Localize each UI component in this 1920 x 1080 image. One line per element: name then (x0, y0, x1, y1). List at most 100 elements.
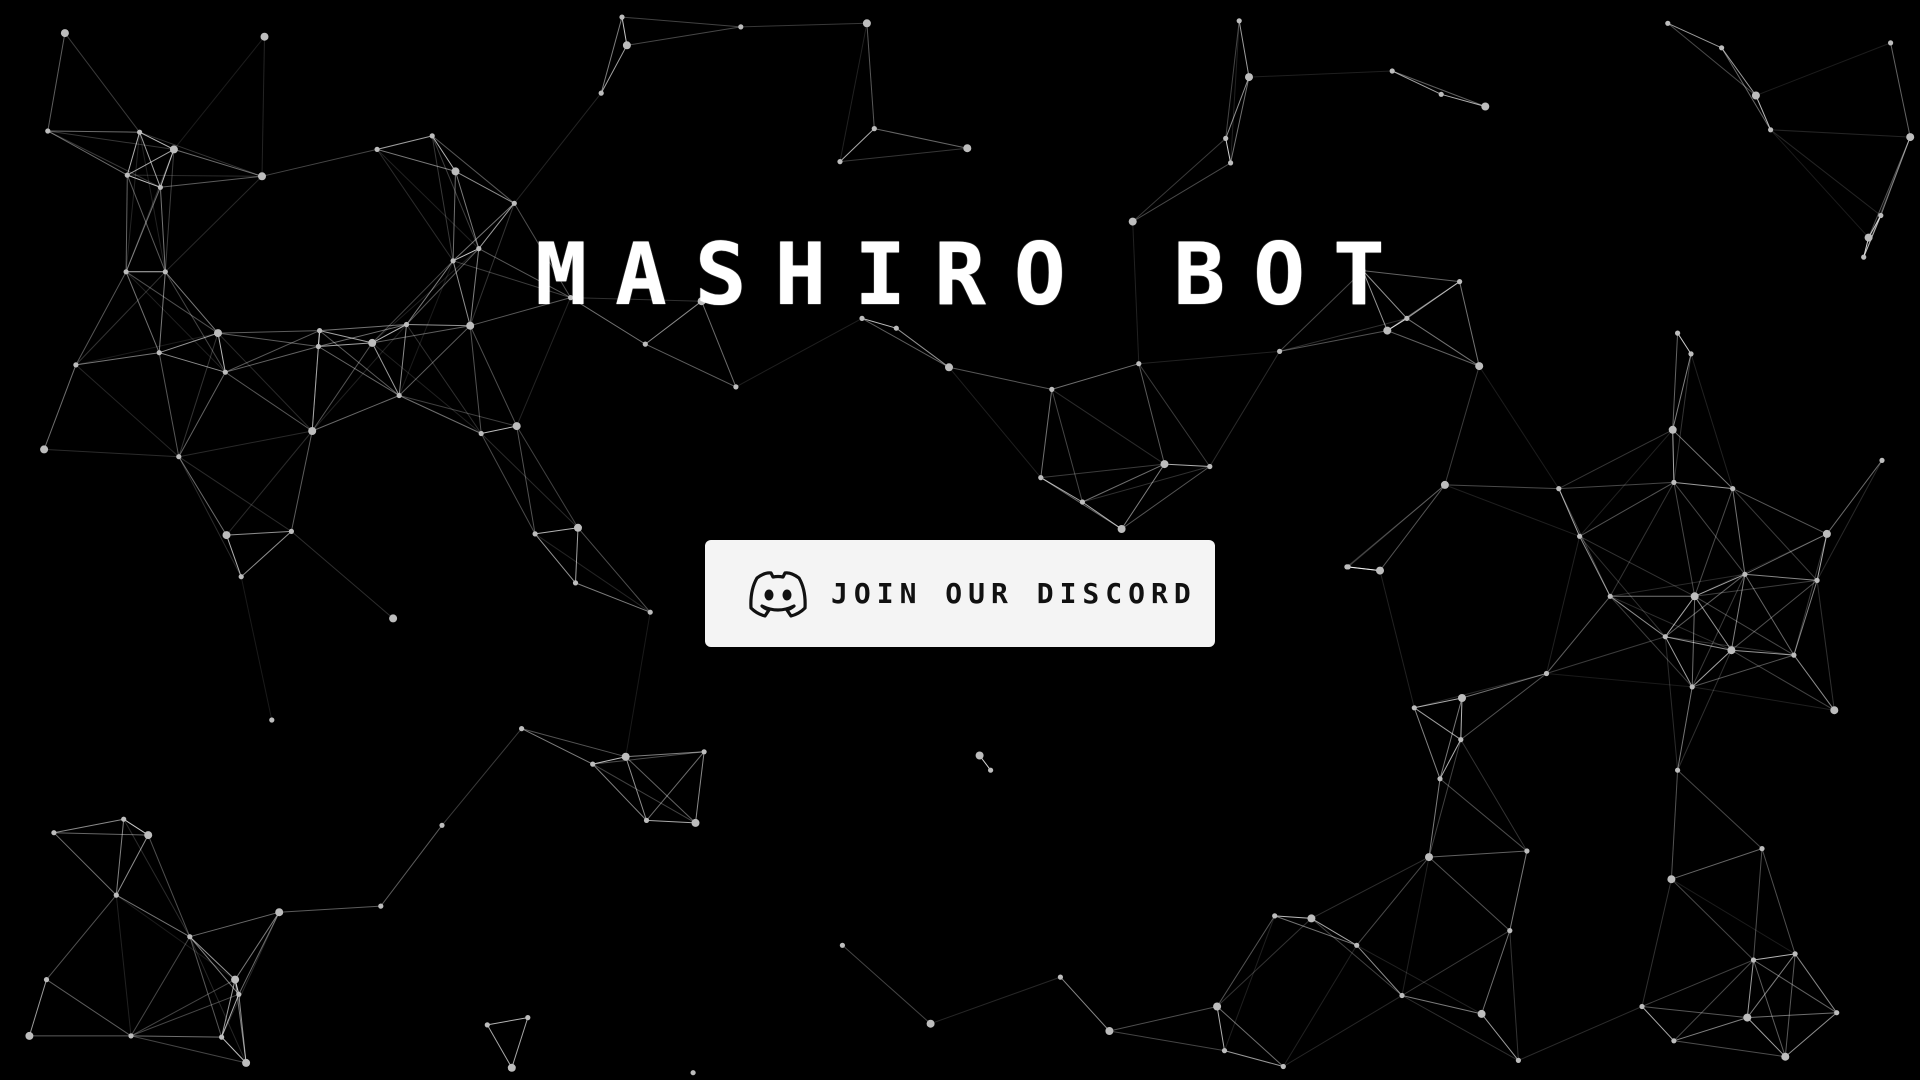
network-node (317, 328, 323, 334)
network-node (51, 830, 57, 836)
network-node (975, 751, 984, 760)
network-node (1879, 457, 1885, 463)
network-link (130, 993, 239, 1037)
network-link (1816, 460, 1883, 581)
network-link (53, 832, 117, 896)
network-link (1793, 580, 1818, 656)
network-link (1279, 330, 1388, 352)
network-link (535, 527, 579, 535)
network-node (1768, 127, 1774, 133)
network-node (1038, 475, 1044, 481)
network-link (1753, 953, 1796, 961)
network-node (1792, 951, 1798, 957)
network-node (308, 427, 317, 435)
network-node (1079, 499, 1085, 505)
network-link (312, 395, 400, 432)
network-node (157, 184, 163, 190)
network-node (1888, 40, 1894, 46)
network-link (592, 756, 626, 765)
network-link (398, 324, 407, 396)
network-link (1558, 429, 1673, 490)
network-node (1458, 737, 1464, 743)
network-link (47, 130, 128, 176)
network-node (1213, 1002, 1222, 1011)
network-node (222, 369, 228, 375)
network-link (1691, 649, 1732, 688)
network-link (1732, 488, 1828, 535)
network-link (1414, 697, 1463, 709)
network-node (219, 1034, 225, 1040)
network-node (1383, 326, 1392, 335)
network-node (1759, 846, 1765, 852)
network-link (1641, 1006, 1675, 1042)
network-link (1051, 363, 1139, 390)
network-node (1236, 18, 1242, 24)
network-link (75, 352, 160, 366)
network-node (396, 392, 402, 399)
network-node (43, 977, 50, 983)
network-link (486, 1024, 513, 1069)
network-link (866, 23, 875, 129)
network-node (1878, 212, 1884, 219)
network-link (513, 92, 602, 204)
network-node (1136, 361, 1142, 367)
network-link (1413, 707, 1441, 779)
join-discord-button[interactable]: JOIN OUR DISCORD (705, 540, 1215, 647)
network-link (1677, 332, 1692, 355)
network-link (1793, 533, 1828, 656)
network-link (1546, 636, 1666, 674)
network-link (178, 332, 219, 457)
network-node (156, 350, 162, 356)
network-link (291, 531, 394, 619)
network-link (1428, 778, 1441, 858)
network-node (121, 816, 127, 822)
network-node (988, 767, 994, 773)
network-link (1746, 959, 1754, 1018)
network-node (389, 614, 398, 623)
network-node (288, 528, 294, 535)
network-link (1673, 353, 1692, 483)
network-node (1662, 634, 1668, 640)
network-link (1677, 686, 1693, 771)
network-link (47, 130, 140, 133)
network-link (1753, 959, 1786, 1057)
network-link (127, 174, 161, 188)
network-link (1665, 636, 1732, 651)
network-link (861, 317, 950, 368)
join-discord-label: JOIN OUR DISCORD (831, 577, 1197, 610)
network-link (1225, 138, 1232, 163)
network-link (1460, 673, 1547, 740)
network-link (46, 979, 132, 1037)
network-link (1641, 879, 1672, 1007)
discord-icon (747, 570, 809, 618)
network-link (1356, 856, 1430, 946)
network-link (1414, 673, 1547, 709)
network-node (169, 145, 178, 154)
network-node (647, 609, 653, 615)
network-node (622, 41, 631, 50)
network-node (1675, 330, 1681, 336)
network-link (261, 148, 378, 177)
network-node (963, 144, 972, 153)
network-link (1040, 463, 1165, 479)
network-node (1750, 957, 1757, 963)
network-node (1280, 1063, 1286, 1070)
network-node (598, 90, 604, 96)
network-link (376, 135, 433, 150)
network-link (1770, 129, 1882, 216)
network-link (534, 533, 576, 584)
network-link (1692, 686, 1835, 711)
network-link (1401, 995, 1519, 1061)
network-link (160, 175, 263, 188)
network-node (368, 338, 377, 347)
network-node (1688, 351, 1694, 357)
network-node (733, 384, 739, 390)
network-link (1753, 959, 1837, 1014)
network-node (871, 126, 877, 132)
network-link (178, 456, 227, 536)
network-link (1132, 162, 1231, 223)
network-node (187, 934, 193, 940)
network-link (1770, 129, 1911, 138)
network-link (1481, 1013, 1519, 1061)
network-link (839, 147, 968, 163)
